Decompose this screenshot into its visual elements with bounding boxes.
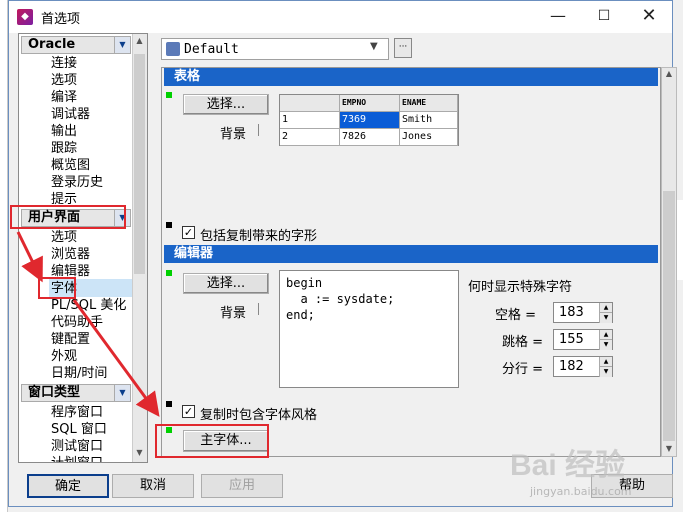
annotation-arrow	[72, 299, 160, 417]
watermark-logo: Bai 经验	[510, 449, 626, 482]
annotation-arrow	[16, 231, 43, 283]
watermark-url: jingyan.baidu.com	[530, 485, 632, 498]
annotation-arrows	[16, 231, 160, 417]
